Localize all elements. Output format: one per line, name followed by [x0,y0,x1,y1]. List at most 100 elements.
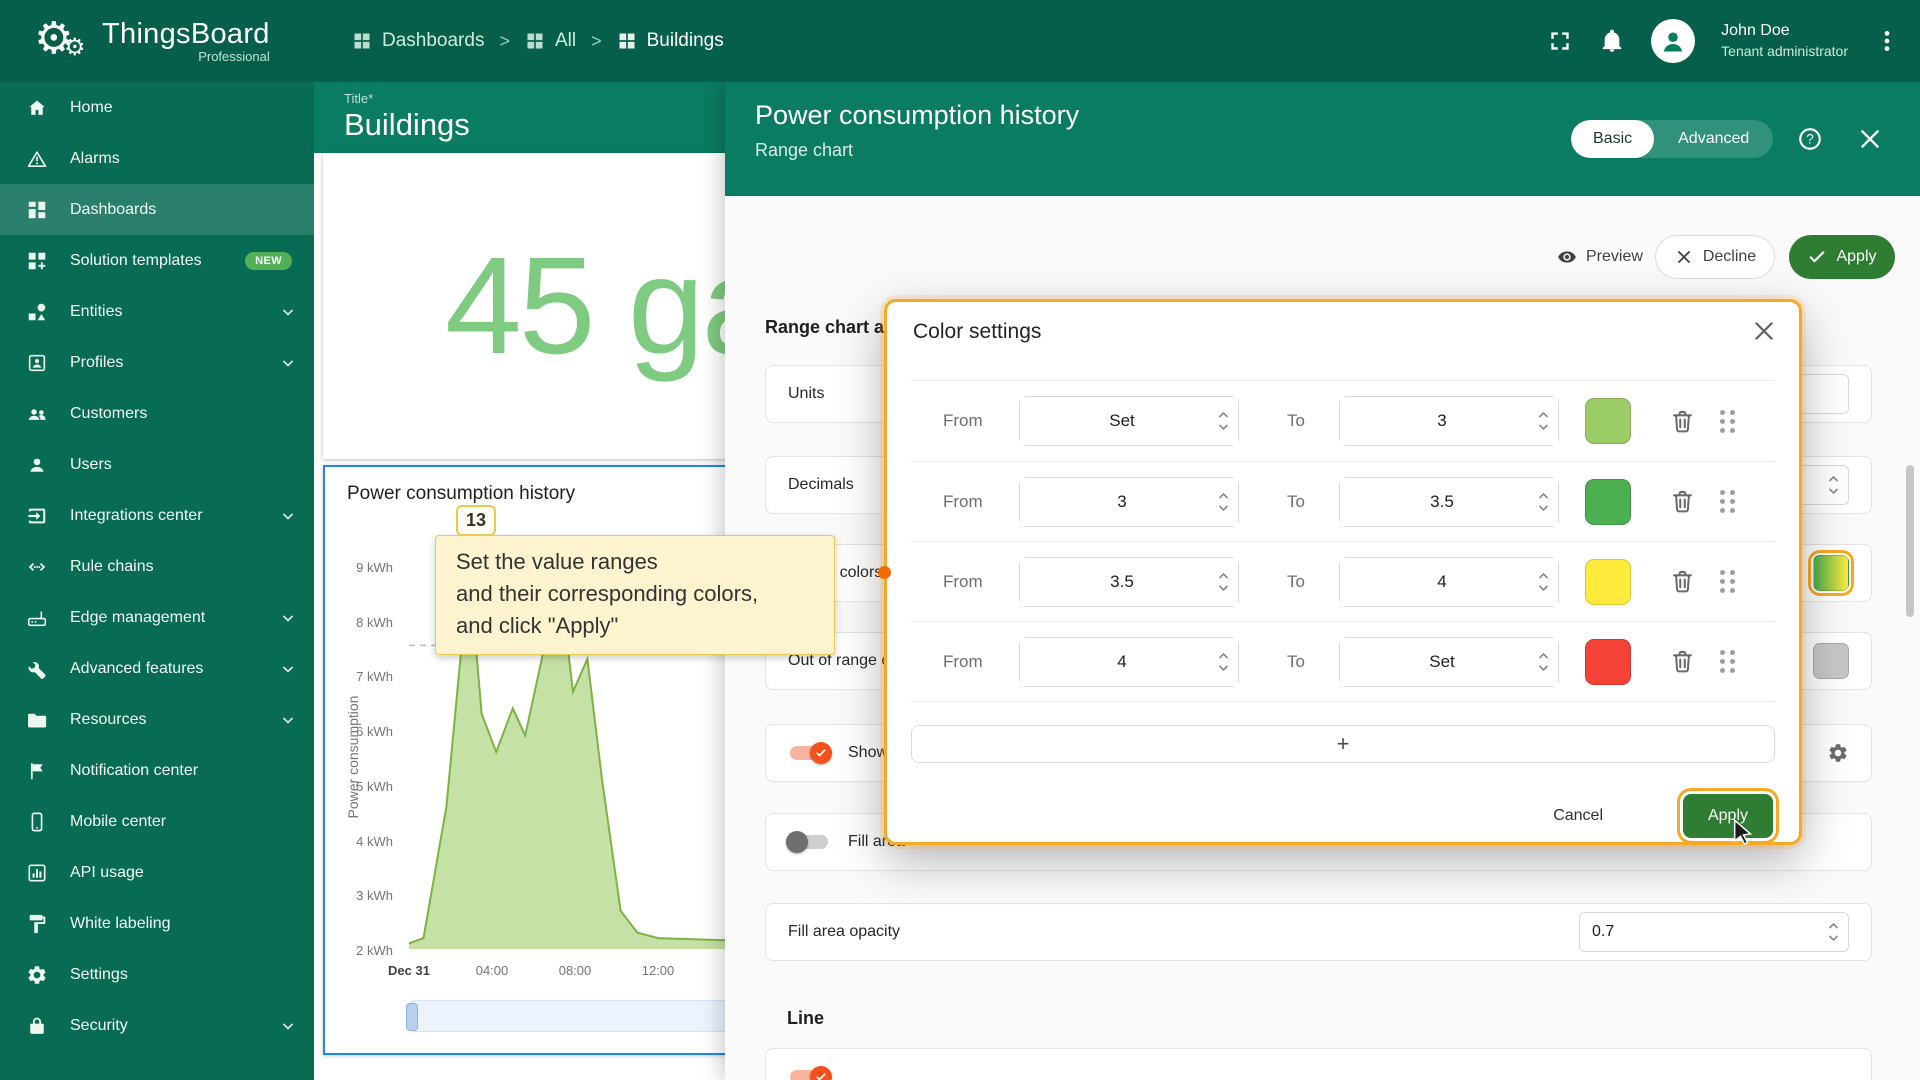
notifications-bell-icon[interactable] [1599,28,1625,54]
brand-edition: Professional [102,50,270,64]
sidebar-item-profiles[interactable]: Profiles [0,337,314,388]
add-range-button[interactable]: + [911,725,1775,763]
sidebar-item-alarms[interactable]: Alarms [0,133,314,184]
fill-area-opacity-row: Fill area opacity [765,903,1872,961]
drag-handle-icon[interactable] [1720,490,1736,513]
sidebar-item-customers[interactable]: Customers [0,388,314,439]
person-icon [1658,26,1688,56]
sidebar-item-rule-chains[interactable]: Rule chains [0,541,314,592]
to-value-input[interactable] [1339,557,1559,607]
gear-icon[interactable] [1827,742,1849,764]
sidebar-item-settings[interactable]: Settings [0,949,314,1000]
preview-button[interactable]: Preview [1547,235,1653,279]
y-axis-tick: 8 kWh [356,615,393,630]
stepper-arrows[interactable] [1538,652,1549,671]
delete-trash-icon[interactable] [1669,488,1696,515]
top-bar-actions: John Doe Tenant administrator [1547,19,1900,63]
to-value-input[interactable] [1339,637,1559,687]
tab-basic[interactable]: Basic [1571,120,1654,158]
y-axis-tick: 2 kWh [356,943,393,958]
breadcrumb-dashboards[interactable]: Dashboards [352,30,484,52]
decline-button[interactable]: Decline [1655,235,1775,279]
stepper-arrows[interactable] [1538,492,1549,511]
delete-trash-icon[interactable] [1669,568,1696,595]
sidebar-item-entities[interactable]: Entities [0,286,314,337]
color-range-row: From To [911,621,1775,701]
panel-scrollbar[interactable] [1906,465,1914,617]
breadcrumb-all[interactable]: All [525,30,576,52]
top-bar: ⚙⚙ ThingsBoard Professional Dashboards >… [0,0,1920,82]
sidebar-item-advanced-features[interactable]: Advanced features [0,643,314,694]
color-swatch[interactable] [1585,639,1631,685]
brand-logo[interactable]: ⚙⚙ ThingsBoard Professional [34,13,286,69]
sidebar-item-home[interactable]: Home [0,82,314,133]
help-icon[interactable]: ? [1797,126,1823,152]
stepper-arrows[interactable] [1218,492,1229,511]
from-value-input[interactable] [1019,557,1239,607]
fullscreen-icon[interactable] [1547,28,1573,54]
stepper-arrows[interactable] [1538,412,1549,431]
cancel-button[interactable]: Cancel [1541,794,1615,838]
panel-header: Power consumption history Range chart Ba… [725,82,1920,196]
drag-handle-icon[interactable] [1720,650,1736,673]
sidebar-item-api-usage[interactable]: API usage [0,847,314,898]
sidebar-item-solution-templates[interactable]: Solution templates NEW [0,235,314,286]
sidebar-item-mobile-center[interactable]: Mobile center [0,796,314,847]
delete-trash-icon[interactable] [1669,648,1696,675]
stepper-arrows[interactable] [1828,476,1839,495]
close-icon[interactable] [1751,318,1777,344]
user-avatar[interactable] [1651,19,1695,63]
color-range-row: From To [911,461,1775,541]
line-toggle[interactable] [788,1066,830,1080]
to-value-input[interactable] [1339,477,1559,527]
out-of-range-swatch[interactable] [1813,643,1849,679]
drag-handle-icon[interactable] [1720,570,1736,593]
stepper-arrows[interactable] [1538,572,1549,591]
new-badge: NEW [245,252,292,270]
from-value-input[interactable] [1019,637,1239,687]
y-axis-tick: 7 kWh [356,669,393,684]
sidebar-item-white-labeling[interactable]: White labeling [0,898,314,949]
check-icon [1807,247,1827,267]
stepper-arrows[interactable] [1218,572,1229,591]
to-value-input[interactable] [1339,396,1559,446]
sidebar-item-security[interactable]: Security [0,1000,314,1051]
sidebar-item-resources[interactable]: Resources [0,694,314,745]
stepper-arrows[interactable] [1218,652,1229,671]
y-axis-tick: 9 kWh [356,560,393,575]
tutorial-anchor-dot [878,566,891,579]
lock-icon [26,1015,48,1037]
breadcrumb-buildings[interactable]: Buildings [617,30,724,52]
brand-name: ThingsBoard [102,18,270,50]
fill-area-toggle[interactable] [788,831,830,853]
color-swatch[interactable] [1585,398,1631,444]
kebab-menu-icon[interactable] [1874,28,1900,54]
from-value-input[interactable] [1019,396,1239,446]
tab-advanced[interactable]: Advanced [1654,120,1773,158]
stepper-arrows[interactable] [1828,923,1839,942]
grid-icon [525,31,545,51]
show-legend-toggle[interactable] [788,742,830,764]
svg-text:?: ? [1806,132,1814,147]
wrench-icon [26,658,48,680]
range-colors-swatch[interactable] [1813,555,1849,591]
sidebar-item-edge-management[interactable]: Edge management [0,592,314,643]
sidebar-item-dashboards[interactable]: Dashboards [0,184,314,235]
color-swatch[interactable] [1585,479,1631,525]
paint-icon [26,913,48,935]
chevron-down-icon [278,302,298,322]
slider-left-handle[interactable] [406,1003,418,1031]
fill-area-opacity-input[interactable] [1579,912,1849,952]
color-swatch[interactable] [1585,559,1631,605]
sidebar-item-integrations-center[interactable]: Integrations center [0,490,314,541]
sidebar-item-users[interactable]: Users [0,439,314,490]
drag-handle-icon[interactable] [1720,410,1736,433]
stepper-arrows[interactable] [1218,412,1229,431]
close-icon[interactable] [1857,126,1883,152]
delete-trash-icon[interactable] [1669,408,1696,435]
apply-settings-button[interactable]: Apply [1789,235,1895,279]
from-value-input[interactable] [1019,477,1239,527]
section-title-line: Line [787,1008,824,1029]
apply-button[interactable]: Apply [1683,794,1773,838]
sidebar-item-notification-center[interactable]: Notification center [0,745,314,796]
